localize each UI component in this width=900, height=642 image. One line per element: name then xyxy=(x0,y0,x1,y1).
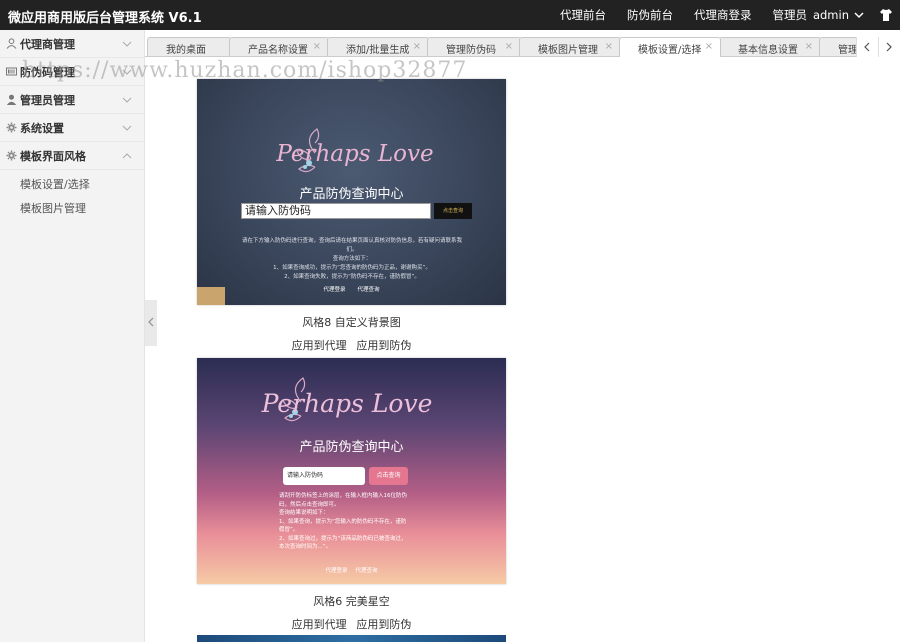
sidebar-item-label: 防伪码管理 xyxy=(20,65,75,79)
sidebar-item-agent-management[interactable]: 代理商管理 xyxy=(0,30,144,58)
template-caption: 风格6 完美星空 xyxy=(313,595,390,608)
submenu-template-settings[interactable]: 模板设置/选择 xyxy=(0,173,144,197)
chevron-down-icon xyxy=(122,41,132,47)
nav-agent-front[interactable]: 代理前台 xyxy=(560,7,606,23)
close-icon[interactable]: × xyxy=(313,41,321,52)
user-icon xyxy=(6,38,17,49)
tab-basic-info[interactable]: 基本信息设置 × xyxy=(719,37,821,57)
chevron-right-icon xyxy=(886,42,892,52)
top-nav: 代理前台 防伪前台 代理商登录 管理员 admin xyxy=(560,0,900,30)
gear-icon xyxy=(6,150,17,161)
tab-template-images[interactable]: 模板图片管理 × xyxy=(519,37,621,57)
admin-icon xyxy=(6,94,17,105)
tab-template-settings[interactable]: 模板设置/选择 × xyxy=(619,37,721,57)
sidebar-item-label: 模板界面风格 xyxy=(20,149,86,163)
tab-label: 管理防伪码 xyxy=(446,45,496,56)
sidebar-collapse-handle[interactable] xyxy=(145,300,157,346)
close-icon[interactable]: × xyxy=(505,41,513,52)
preview-links: 代理登录 代理查询 xyxy=(325,568,378,574)
preview-title: 产品防伪查询中心 xyxy=(299,187,404,202)
template-preview-image[interactable] xyxy=(197,635,506,642)
tab-bar: 我的桌面 产品名称设置 × 添加/批量生成 × 管理防伪码 × 模板图片管理 ×… xyxy=(145,37,900,57)
barcode-icon xyxy=(6,67,17,76)
preview-instructions: 请刮开防伪标签上的涂层，在输入框内输入16位防伪码，然后点击查询即可。 查询结果… xyxy=(279,493,408,550)
submenu-template-images[interactable]: 模板图片管理 xyxy=(0,197,144,221)
close-icon[interactable]: × xyxy=(413,41,421,52)
apply-to-anticounterfeit-link[interactable]: 应用到防伪 xyxy=(356,618,411,631)
tab-batch-generate[interactable]: 添加/批量生成 × xyxy=(327,37,429,57)
preview-code-input: 请输入防伪码 xyxy=(283,467,365,485)
sidebar-item-template-style[interactable]: 模板界面风格 xyxy=(0,142,144,170)
template-submenu: 模板设置/选择 模板图片管理 xyxy=(0,170,144,221)
template-preview-image[interactable]: Perhaps Love 产品防伪查询中心 请输入防伪码 点击查询 请在下方输入… xyxy=(197,79,506,305)
close-icon[interactable]: × xyxy=(605,41,613,52)
chevron-down-icon xyxy=(122,97,132,103)
tab-manage-codes[interactable]: 管理防伪码 × xyxy=(427,37,521,57)
chevron-left-icon xyxy=(148,317,154,327)
preview-title: 产品防伪查询中心 xyxy=(299,440,404,455)
chevron-down-icon xyxy=(122,69,132,75)
skin-shirt-icon[interactable] xyxy=(879,8,893,22)
apply-to-anticounterfeit-link[interactable]: 应用到防伪 xyxy=(356,339,411,352)
tab-label: 基本信息设置 xyxy=(738,45,798,56)
perhaps-love-logo: Perhaps Love xyxy=(261,377,433,422)
tab-my-desktop[interactable]: 我的桌面 xyxy=(147,37,231,57)
preview-code-input: 请输入防伪码 xyxy=(241,203,431,219)
preview-query-button: 点击查询 xyxy=(369,467,408,485)
preview-links: 代理登录 代理查询 xyxy=(323,287,380,293)
tab-scroll-right[interactable] xyxy=(878,37,900,57)
nav-anticounterfeit-front[interactable]: 防伪前台 xyxy=(627,7,673,23)
close-icon[interactable]: × xyxy=(705,41,713,52)
top-bar: 微应用商用版后台管理系统 V6.1 代理前台 防伪前台 代理商登录 管理员 ad… xyxy=(0,0,900,30)
preview-instructions: 请在下方输入防伪码进行查询，查询后请在结果页面认真核对防伪信息，若有疑问请联系我… xyxy=(241,238,462,280)
chevron-left-icon xyxy=(864,42,870,52)
preview-corner-decoration xyxy=(197,287,225,305)
tab-product-name-settings[interactable]: 产品名称设置 × xyxy=(229,37,329,57)
sidebar-item-system-settings[interactable]: 系统设置 xyxy=(0,114,144,142)
sidebar-item-code-management[interactable]: 防伪码管理 xyxy=(0,58,144,86)
tab-label: 我的桌面 xyxy=(166,45,206,56)
perhaps-love-logo: Perhaps Love xyxy=(275,128,434,173)
template-caption: 风格8 自定义背景图 xyxy=(302,316,401,329)
nav-agent-login[interactable]: 代理商登录 xyxy=(694,7,752,23)
svg-text:Perhaps Love: Perhaps Love xyxy=(261,389,433,418)
close-icon[interactable]: × xyxy=(805,41,813,52)
gear-icon xyxy=(6,122,17,133)
tab-label: 模板设置/选择 xyxy=(638,45,702,56)
sidebar-item-admin-management[interactable]: 管理员管理 xyxy=(0,86,144,114)
user-menu[interactable]: admin xyxy=(813,8,849,22)
sidebar: 代理商管理 防伪码管理 管理员管理 系统设置 模板界面风格 模板设置/选择 模板… xyxy=(0,30,145,642)
sidebar-item-label: 代理商管理 xyxy=(20,37,75,51)
template-list: Perhaps Love 产品防伪查询中心 请输入防伪码 点击查询 请在下方输入… xyxy=(157,57,900,642)
template-card: Perhaps Love 产品防伪查询中心 请输入防伪码 点击查询 请在下方输入… xyxy=(197,79,506,353)
tab-label: 产品名称设置 xyxy=(248,45,308,56)
sidebar-item-label: 系统设置 xyxy=(20,121,64,135)
role-label: 管理员 xyxy=(772,8,807,22)
app-title: 微应用商用版后台管理系统 V6.1 xyxy=(8,11,202,26)
preview-query-button: 点击查询 xyxy=(434,203,472,219)
template-preview-image[interactable]: Perhaps Love 产品防伪查询中心 请输入防伪码 点击查询 请刮开防伪标… xyxy=(197,358,506,584)
chevron-up-icon xyxy=(122,153,132,159)
template-actions: 应用到代理 应用到防伪 xyxy=(197,616,506,632)
apply-to-agent-link[interactable]: 应用到代理 xyxy=(292,339,347,352)
apply-to-agent-link[interactable]: 应用到代理 xyxy=(292,618,347,631)
tab-label: 模板图片管理 xyxy=(538,45,598,56)
tab-scroll-left[interactable] xyxy=(856,37,878,57)
svg-text:Perhaps Love: Perhaps Love xyxy=(275,141,433,167)
template-actions: 应用到代理 应用到防伪 xyxy=(197,337,506,353)
sidebar-item-label: 管理员管理 xyxy=(20,93,75,107)
template-card: Perhaps Love 产品防伪查询中心 请输入防伪码 点击查询 请刮开防伪标… xyxy=(197,358,506,632)
tab-label: 添加/批量生成 xyxy=(346,45,410,56)
chevron-down-icon xyxy=(122,125,132,131)
chevron-down-icon[interactable] xyxy=(853,9,865,21)
